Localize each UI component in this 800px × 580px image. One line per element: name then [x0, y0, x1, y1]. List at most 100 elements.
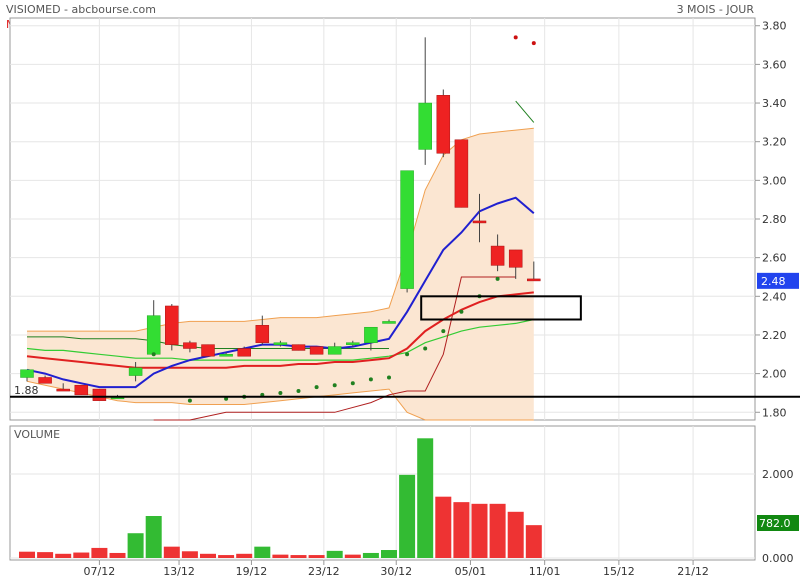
candle-down	[237, 348, 251, 357]
candle-down	[165, 305, 179, 345]
chart-window: VISIOMED - abcbourse.com 3 MOIS - JOUR M…	[0, 0, 800, 580]
volume-bar	[417, 438, 434, 558]
period-label[interactable]: 3 MOIS - JOUR	[677, 3, 755, 16]
sar-dot	[405, 352, 410, 357]
y-tick-label: 3.40	[762, 97, 787, 110]
candle-up	[273, 342, 288, 345]
sar-dot	[151, 352, 156, 357]
y-tick-label: 2.40	[762, 290, 787, 303]
candle-up	[146, 315, 161, 355]
candle-down	[56, 388, 70, 392]
candle-down	[38, 377, 52, 384]
y-tick-label: 2.20	[762, 329, 787, 342]
sar-dot	[332, 383, 337, 388]
x-tick-label: 30/12	[380, 565, 412, 578]
sar-dot	[387, 375, 391, 380]
volume-bar	[272, 554, 289, 558]
candle-down	[436, 95, 451, 154]
candle-up	[219, 354, 233, 357]
candle-up	[400, 170, 414, 289]
sar-dot	[296, 389, 301, 394]
y-tick-label: 2.80	[762, 213, 787, 226]
volume-bar	[525, 525, 542, 558]
candle-down	[472, 220, 487, 224]
sar-dot	[314, 385, 319, 390]
volume-bar	[489, 503, 506, 558]
sar-dot	[495, 276, 500, 281]
x-tick-label: 21/12	[677, 565, 709, 578]
y-tick-label: 3.00	[762, 174, 787, 187]
sar-dot	[459, 309, 464, 314]
volume-bar	[362, 552, 379, 558]
sar-dot	[350, 381, 355, 386]
volume-bar	[399, 474, 416, 558]
candle-down	[92, 388, 107, 401]
volume-bar	[236, 553, 253, 558]
y-tick-label: 3.20	[762, 136, 787, 149]
y-tick-label: 2.00	[762, 368, 787, 381]
volume-bar	[453, 502, 470, 558]
sar-dot	[423, 346, 428, 351]
volume-bar	[507, 511, 524, 558]
volume-bar	[200, 553, 216, 558]
volume-tick-label: 0.000	[762, 552, 794, 565]
sar-dot	[368, 377, 373, 382]
volume-bar	[254, 546, 271, 558]
volume-bar	[73, 552, 90, 558]
last-volume-value: 782.0	[759, 517, 791, 530]
volume-bar	[435, 496, 452, 558]
volume-bar	[326, 550, 343, 558]
candle-up	[418, 102, 432, 150]
candle-down	[255, 325, 270, 343]
x-tick-label: 15/12	[603, 565, 635, 578]
y-tick-label: 1.80	[762, 406, 787, 419]
volume-bar	[127, 533, 144, 558]
volume-bar	[308, 555, 325, 558]
volume-bar	[91, 547, 108, 558]
candle-down	[201, 344, 215, 357]
volume-tick-label: 2.000	[762, 468, 794, 481]
volume-label: VOLUME	[14, 428, 60, 441]
reference-label: 1.88	[14, 384, 39, 397]
candle-up	[382, 321, 396, 324]
volume-bar	[163, 546, 180, 558]
volume-bar	[55, 553, 72, 558]
x-tick-label: 07/12	[84, 565, 116, 578]
candle-down	[508, 249, 523, 268]
volume-bar	[109, 552, 126, 558]
y-tick-label: 3.80	[762, 20, 787, 33]
candle-down	[291, 344, 306, 351]
x-tick-label: 13/12	[163, 565, 195, 578]
last-price-value: 2.48	[761, 275, 786, 288]
volume-panel-frame	[9, 425, 756, 561]
x-tick-label: 05/01	[455, 565, 487, 578]
y-tick-label: 3.60	[762, 58, 787, 71]
sar-dot	[187, 398, 192, 403]
x-tick-label: 23/12	[308, 565, 340, 578]
volume-bar	[19, 551, 35, 558]
candle-up	[346, 342, 360, 345]
x-tick-label: 19/12	[236, 565, 268, 578]
sar-dot	[513, 35, 518, 40]
volume-bar	[381, 550, 397, 558]
sar-dot	[531, 41, 536, 46]
candle-up	[128, 367, 143, 376]
candle-down	[309, 346, 324, 355]
candle-down	[454, 139, 469, 208]
candle-down	[183, 342, 197, 349]
candle-down	[74, 384, 89, 396]
candle-down	[527, 278, 541, 282]
volume-bar	[181, 551, 198, 558]
candle-up	[20, 369, 34, 378]
candle-up	[327, 346, 342, 355]
volume-bar	[290, 555, 307, 558]
sar-dot	[441, 329, 446, 334]
x-tick-label: 11/01	[529, 565, 561, 578]
volume-bar	[37, 552, 54, 558]
y-tick-label: 2.60	[762, 252, 787, 265]
sar-dot	[278, 390, 283, 395]
volume-bar	[471, 503, 488, 558]
stock-chart: VISIOMED - abcbourse.com 3 MOIS - JOUR M…	[6, 3, 800, 578]
volume-bar	[145, 516, 162, 558]
candle-up	[364, 326, 378, 343]
